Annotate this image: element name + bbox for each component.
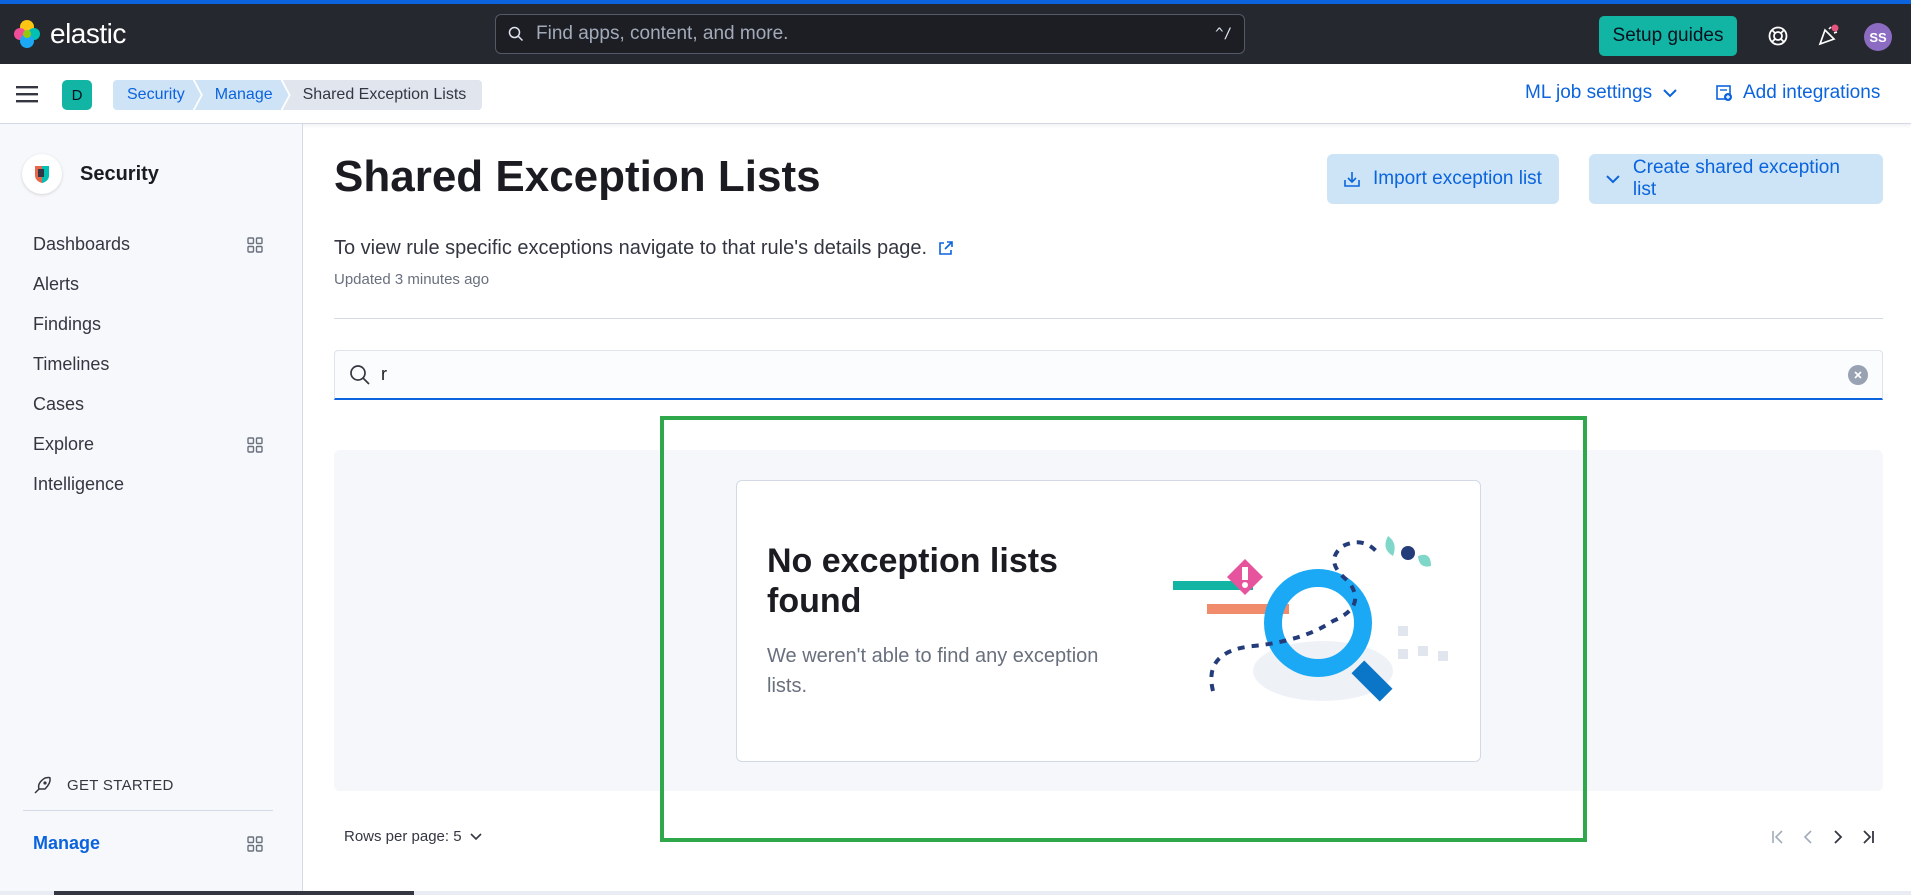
sidebar-item-label: Cases — [33, 394, 85, 414]
last-page-icon[interactable] — [1858, 825, 1878, 849]
get-started-link[interactable]: GET STARTED — [33, 775, 174, 795]
rows-per-page-selector[interactable]: Rows per page: 5 — [344, 828, 482, 845]
exception-list-search[interactable] — [334, 350, 1883, 400]
user-avatar[interactable]: SS — [1864, 23, 1892, 51]
last-updated-text: Updated 3 minutes ago — [334, 271, 490, 288]
grid-icon[interactable] — [247, 436, 263, 453]
horizontal-rule — [334, 318, 1883, 319]
sidebar-item-label: Findings — [33, 314, 102, 334]
grid-icon[interactable] — [247, 236, 263, 253]
security-logo-icon — [22, 154, 62, 194]
sidebar-item-label: Manage — [33, 833, 101, 853]
sidebar-item-intelligence[interactable]: Intelligence — [33, 474, 263, 495]
sidebar-item-manage[interactable]: Manage — [33, 833, 263, 854]
empty-prompt-title: No exception lists found — [767, 542, 1058, 620]
global-header: elastic Find apps, content, and more. ^/… — [0, 0, 1911, 64]
breadcrumb-security[interactable]: Security — [113, 80, 201, 110]
pagination — [1768, 825, 1878, 849]
breadcrumb: Security Manage Shared Exception Lists — [113, 80, 483, 110]
ml-job-settings-label: ML job settings — [1525, 82, 1653, 103]
sidebar-item-explore[interactable]: Explore — [33, 434, 263, 455]
global-search-bar[interactable]: Find apps, content, and more. ^/ — [495, 14, 1245, 54]
sidebar-item-findings[interactable]: Findings — [33, 314, 263, 335]
sidebar-item-dashboards[interactable]: Dashboards — [33, 234, 263, 255]
setup-guides-button[interactable]: Setup guides — [1599, 16, 1737, 56]
clear-search-icon[interactable] — [1848, 364, 1868, 385]
sidebar-divider — [23, 810, 273, 811]
breadcrumb-current: Shared Exception Lists — [282, 80, 483, 110]
elastic-logo[interactable]: elastic — [12, 18, 126, 50]
add-integrations-button[interactable]: Add integrations — [1715, 82, 1880, 104]
page-title: Shared Exception Lists — [334, 152, 821, 201]
sidebar-item-label: Timelines — [33, 354, 110, 374]
space-selector[interactable]: D — [62, 80, 92, 110]
empty-prompt: No exception lists found We weren't able… — [736, 480, 1481, 762]
sidebar-item-label: Explore — [33, 434, 95, 454]
rows-per-page-label: Rows per page: 5 — [344, 828, 462, 845]
side-nav-title: Security — [80, 162, 159, 185]
previous-page-icon[interactable] — [1798, 825, 1818, 849]
breadcrumb-manage[interactable]: Manage — [195, 80, 289, 110]
search-input[interactable] — [381, 364, 1848, 385]
add-integrations-label: Add integrations — [1743, 82, 1881, 103]
sidebar-item-label: Dashboards — [33, 234, 131, 254]
description-text: To view rule specific exceptions navigat… — [334, 237, 928, 259]
app-name: elastic — [50, 18, 126, 49]
news-feed-icon[interactable] — [1814, 22, 1842, 50]
first-page-icon[interactable] — [1768, 825, 1788, 849]
chevron-down-icon — [1663, 89, 1677, 98]
grid-icon[interactable] — [247, 835, 263, 852]
import-icon — [1344, 172, 1360, 187]
chevron-down-icon — [1606, 175, 1620, 184]
elastic-logo-icon — [14, 20, 40, 48]
sidebar-item-label: Intelligence — [33, 474, 125, 494]
sidebar-item-alerts[interactable]: Alerts — [33, 274, 263, 295]
import-exception-list-label: Import exception list — [1373, 168, 1542, 189]
import-exception-list-button[interactable]: Import exception list — [1327, 154, 1559, 204]
integrations-icon — [1716, 85, 1732, 101]
rocket-icon — [34, 776, 51, 794]
search-shortcut: ^/ — [1215, 26, 1232, 42]
create-shared-exception-list-label: Create shared exception list — [1632, 157, 1840, 200]
next-page-icon[interactable] — [1828, 825, 1848, 849]
ml-job-settings-button[interactable]: ML job settings — [1525, 82, 1678, 104]
search-icon — [508, 26, 524, 42]
bottom-scrollbar[interactable] — [0, 891, 1911, 895]
sidebar-item-cases[interactable]: Cases — [33, 394, 263, 415]
sidebar-item-label: Alerts — [33, 274, 80, 294]
get-started-label: GET STARTED — [67, 776, 174, 794]
empty-prompt-body: We weren't able to find any exception li… — [767, 645, 1099, 697]
search-icon — [350, 364, 370, 385]
subheader: D Security Manage Shared Exception Lists… — [0, 64, 1911, 124]
page-description: To view rule specific exceptions navigat… — [334, 237, 954, 260]
create-shared-exception-list-button[interactable]: Create shared exception list — [1589, 154, 1883, 204]
global-search-placeholder: Find apps, content, and more. — [536, 23, 789, 44]
side-nav-header[interactable]: Security — [22, 154, 159, 194]
chevron-down-icon — [470, 832, 482, 840]
help-icon[interactable] — [1764, 22, 1792, 50]
sidebar-item-timelines[interactable]: Timelines — [33, 354, 263, 375]
side-nav: Security Dashboards Alerts Findings Time… — [0, 124, 303, 895]
no-results-illustration — [1173, 536, 1448, 702]
menu-toggle-icon[interactable] — [16, 84, 40, 104]
external-link-icon[interactable] — [937, 240, 954, 257]
